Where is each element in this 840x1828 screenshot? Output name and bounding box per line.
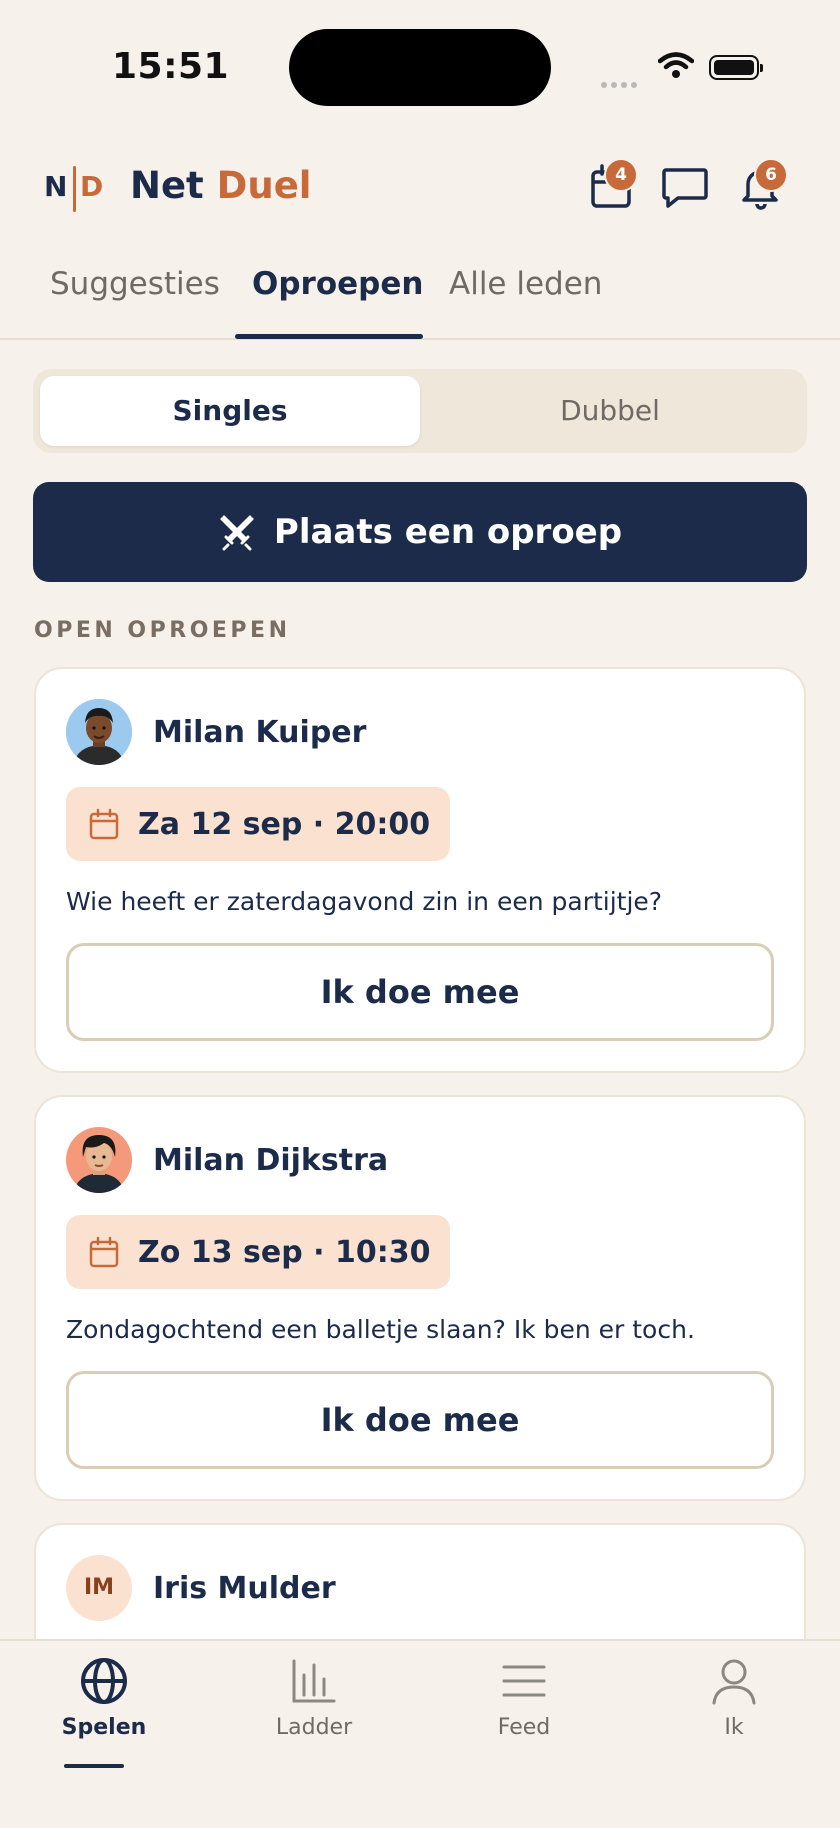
nav-ladder[interactable]: Ladder xyxy=(244,1655,384,1740)
avatar-initials: IM xyxy=(66,1555,132,1621)
calendar-badge: 4 xyxy=(604,158,638,192)
globe-icon xyxy=(81,1658,127,1704)
nav-label: Spelen xyxy=(61,1715,147,1740)
person-icon xyxy=(712,1659,756,1705)
nav-active-indicator xyxy=(64,1764,124,1768)
status-time: 15:51 xyxy=(112,46,230,87)
messages-button[interactable] xyxy=(660,160,712,212)
nav-feed[interactable]: Feed xyxy=(454,1655,594,1740)
app-title-part2: Duel xyxy=(216,164,312,207)
app-logo: N D xyxy=(44,166,106,212)
notifications-badge: 6 xyxy=(754,158,788,192)
call-message: Wie heeft er zaterdagavond zin in een pa… xyxy=(66,887,663,916)
menu-lines-icon xyxy=(502,1665,546,1697)
section-title: OPEN OPROEPEN xyxy=(34,618,291,643)
wifi-icon xyxy=(658,52,694,78)
notifications-button[interactable]: 6 xyxy=(736,158,788,212)
active-tab-indicator xyxy=(235,334,423,339)
call-card: Milan Kuiper Za 12 sep · 20:00 Wie heeft… xyxy=(34,667,806,1073)
bottom-navigation: Spelen Ladder Feed Ik xyxy=(0,1639,840,1828)
nav-ik[interactable]: Ik xyxy=(664,1655,804,1740)
call-message: Zondagochtend een balletje slaan? Ik ben… xyxy=(66,1315,695,1344)
cellular-signal-icon xyxy=(601,73,641,92)
crossed-swords-icon xyxy=(220,515,254,551)
nav-spelen[interactable]: Spelen xyxy=(34,1655,174,1768)
place-call-button[interactable]: Plaats een oproep xyxy=(33,482,807,582)
date-text: Za 12 sep · 20:00 xyxy=(138,806,431,842)
segment-singles[interactable]: Singles xyxy=(40,376,420,446)
user-name: Iris Mulder xyxy=(153,1571,336,1606)
dynamic-island xyxy=(289,29,551,106)
date-chip: Zo 13 sep · 10:30 xyxy=(66,1215,451,1289)
segment-dubbel[interactable]: Dubbel xyxy=(420,376,800,446)
nav-label: Feed xyxy=(497,1715,551,1740)
nav-label: Ladder xyxy=(275,1715,353,1740)
calendar-button[interactable]: 4 xyxy=(586,158,638,212)
call-card: Milan Dijkstra Zo 13 sep · 10:30 Zondago… xyxy=(34,1095,806,1501)
user-name: Milan Dijkstra xyxy=(153,1143,389,1178)
join-button[interactable]: Ik doe mee xyxy=(66,1371,774,1469)
date-text: Zo 13 sep · 10:30 xyxy=(138,1234,431,1270)
user-name: Milan Kuiper xyxy=(153,715,367,750)
date-chip: Za 12 sep · 20:00 xyxy=(66,787,451,861)
tab-alle-leden[interactable]: Alle leden xyxy=(449,266,602,302)
tab-oproepen[interactable]: Oproepen xyxy=(252,266,423,302)
app-title-part1: Net xyxy=(130,164,204,207)
calendar-icon xyxy=(89,808,119,840)
app-title: Net Duel xyxy=(130,164,311,207)
tab-suggesties[interactable]: Suggesties xyxy=(50,266,220,302)
avatar xyxy=(66,699,132,765)
battery-icon xyxy=(709,55,763,80)
place-call-label: Plaats een oproep xyxy=(273,512,623,552)
nav-label: Ik xyxy=(724,1715,744,1740)
bar-chart-icon xyxy=(292,1659,336,1703)
calendar-icon xyxy=(89,1236,119,1268)
chat-icon xyxy=(662,168,708,208)
avatar xyxy=(66,1127,132,1193)
join-button[interactable]: Ik doe mee xyxy=(66,943,774,1041)
